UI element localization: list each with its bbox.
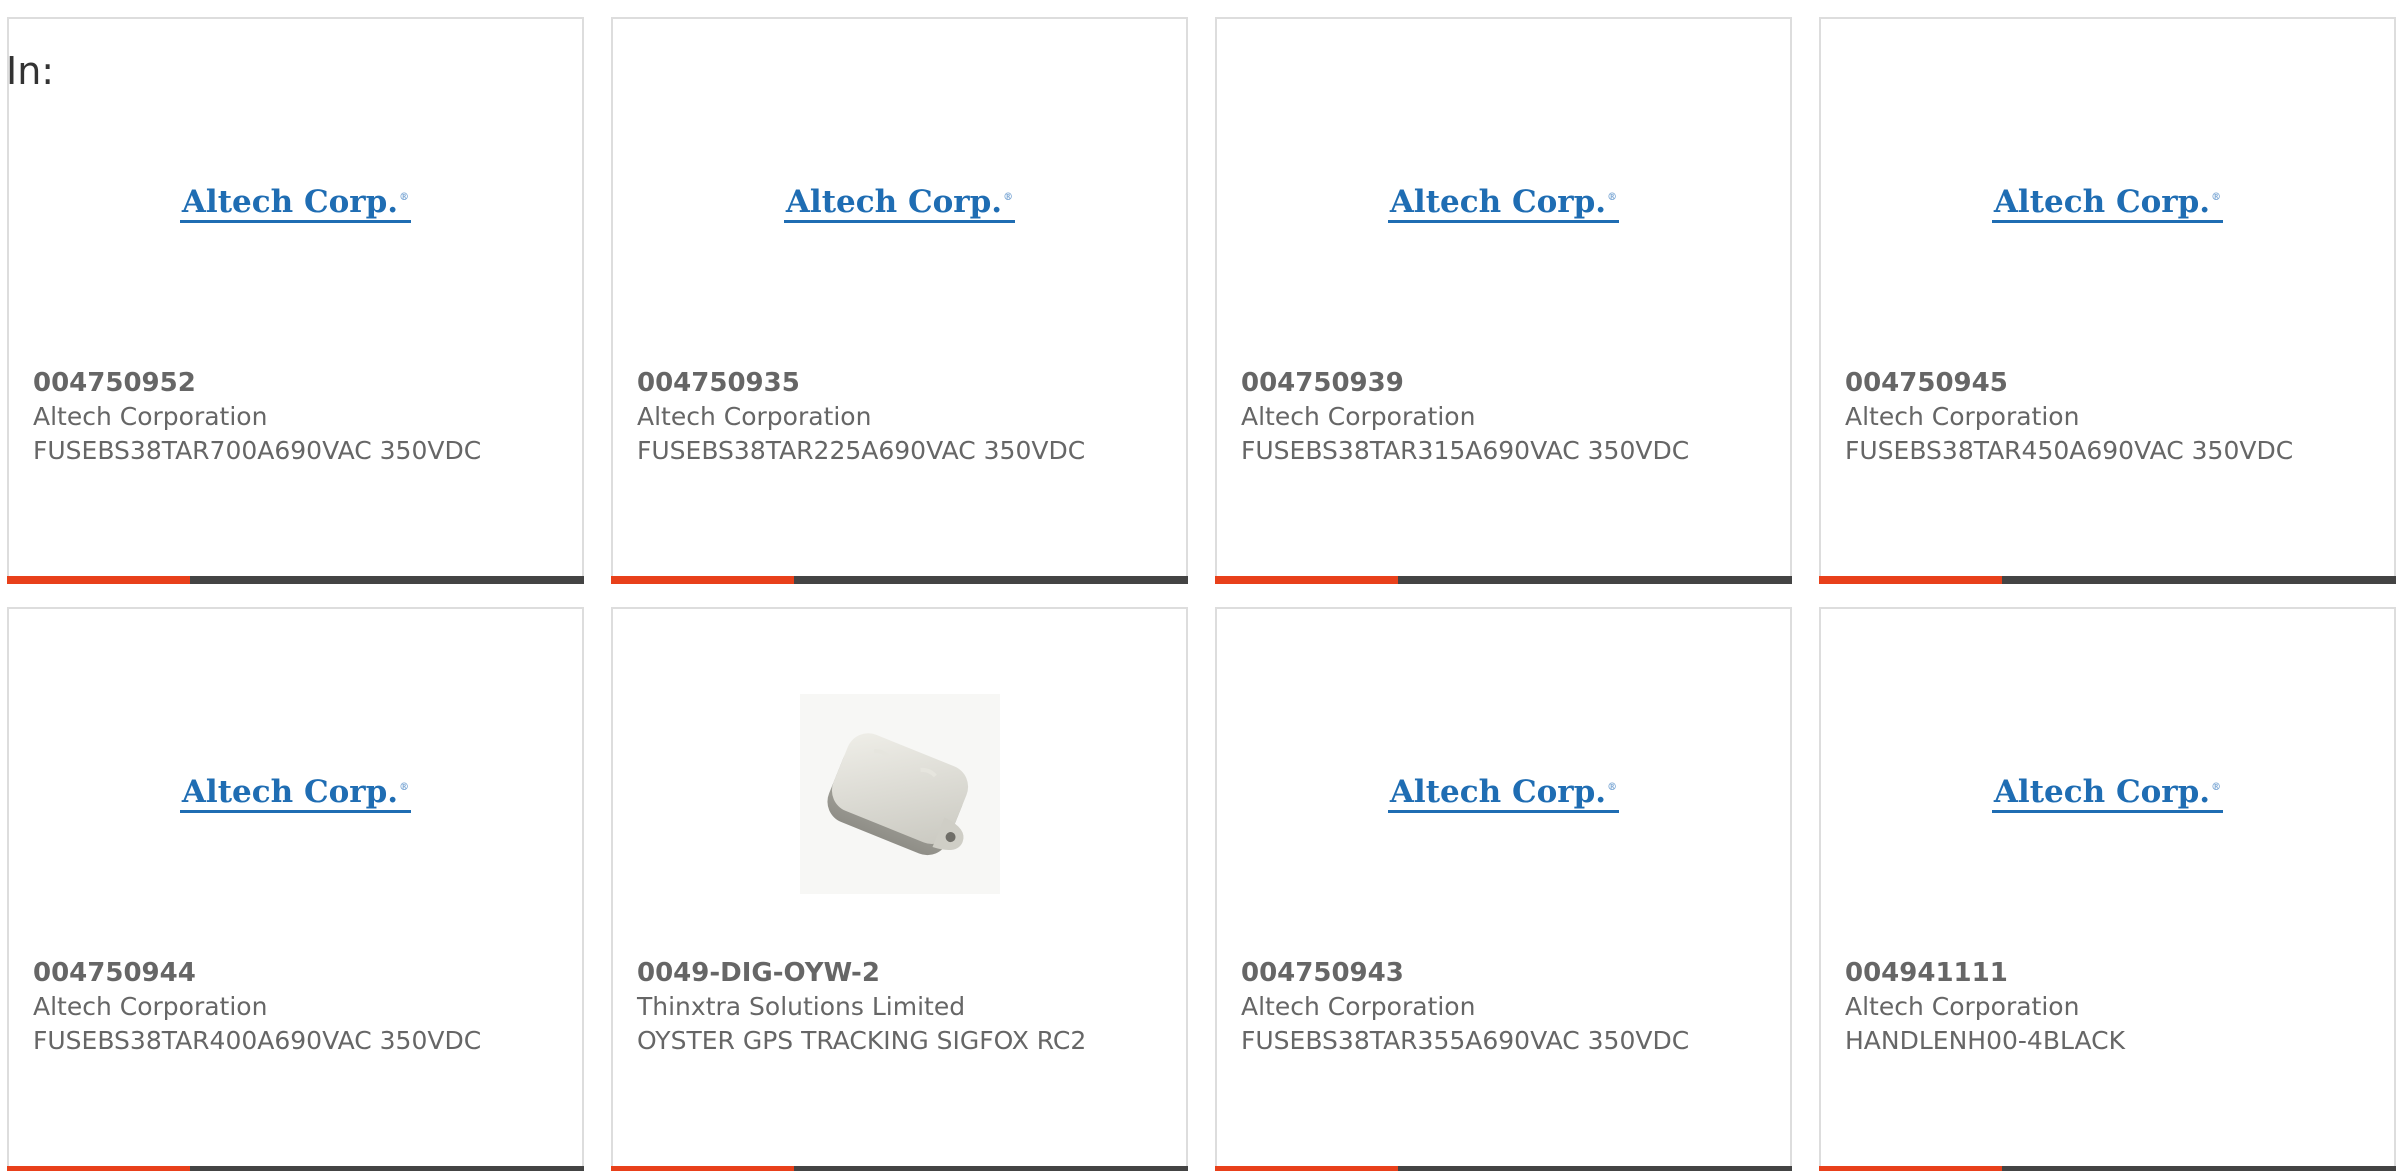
product-info: 004750944 Altech Corporation FUSEBS38TAR… — [33, 956, 562, 1058]
altech-logo: Altech Corp.® — [1387, 774, 1620, 813]
logo-text: Altech Corp. — [785, 184, 1003, 220]
altech-logo: Altech Corp.® — [179, 184, 412, 223]
part-number[interactable]: 004750943 — [1241, 956, 1770, 990]
registered-mark: ® — [399, 782, 410, 793]
manufacturer-name: Altech Corporation — [1241, 992, 1476, 1021]
product-image: Altech Corp.® — [9, 99, 582, 309]
product-description: FUSEBS38TAR400A690VAC 350VDC — [33, 1026, 482, 1055]
card-accent-bar — [1819, 1166, 2002, 1171]
altech-logo: Altech Corp.® — [1991, 184, 2224, 223]
card-accent-bar — [1215, 1166, 1398, 1171]
registered-mark: ® — [1607, 782, 1618, 793]
logo-text: Altech Corp. — [181, 774, 399, 810]
product-card[interactable]: Altech Corp.® 004750944 Altech Corporati… — [7, 607, 584, 1171]
product-card[interactable]: Altech Corp.® 004750952 Altech Corporati… — [7, 17, 584, 584]
altech-logo: Altech Corp.® — [783, 184, 1016, 223]
card-accent-bar — [7, 1166, 190, 1171]
card-accent-bar — [1215, 576, 1398, 584]
logo-text: Altech Corp. — [1389, 774, 1607, 810]
product-description: FUSEBS38TAR700A690VAC 350VDC — [33, 436, 482, 465]
product-description: FUSEBS38TAR450A690VAC 350VDC — [1845, 436, 2294, 465]
card-bottom-bar — [7, 1166, 584, 1171]
product-grid-page: Altech Corp.® 004750952 Altech Corporati… — [0, 0, 2400, 1171]
product-card[interactable]: Altech Corp.® 004750935 Altech Corporati… — [611, 17, 1188, 584]
registered-mark: ® — [2211, 192, 2222, 203]
product-info: 004750935 Altech Corporation FUSEBS38TAR… — [637, 366, 1166, 468]
part-number[interactable]: 004750952 — [33, 366, 562, 400]
filter-in-label: In: — [6, 49, 55, 93]
gps-tracker-photo — [799, 694, 1000, 894]
product-image: Altech Corp.® — [9, 689, 582, 899]
product-image: Altech Corp.® — [1821, 689, 2394, 899]
manufacturer-name: Altech Corporation — [637, 402, 872, 431]
card-accent-bar — [611, 576, 794, 584]
product-image: Altech Corp.® — [1821, 99, 2394, 309]
card-accent-bar — [611, 1166, 794, 1171]
product-card[interactable]: Altech Corp.® 004750945 Altech Corporati… — [1819, 17, 2396, 584]
part-number[interactable]: 004750939 — [1241, 366, 1770, 400]
product-image: Altech Corp.® — [613, 99, 1186, 309]
product-description: HANDLENH00-4BLACK — [1845, 1026, 2125, 1055]
altech-logo: Altech Corp.® — [1387, 184, 1620, 223]
card-bottom-bar — [611, 1166, 1188, 1171]
card-bottom-bar — [1215, 576, 1792, 584]
logo-text: Altech Corp. — [1389, 184, 1607, 220]
part-number[interactable]: 0049-DIG-OYW-2 — [637, 956, 1166, 990]
manufacturer-name: Altech Corporation — [1241, 402, 1476, 431]
logo-text: Altech Corp. — [1993, 774, 2211, 810]
product-card[interactable]: 0049-DIG-OYW-2 Thinxtra Solutions Limite… — [611, 607, 1188, 1171]
product-image: Altech Corp.® — [1217, 689, 1790, 899]
logo-text: Altech Corp. — [181, 184, 399, 220]
product-description: FUSEBS38TAR355A690VAC 350VDC — [1241, 1026, 1690, 1055]
product-info: 004750945 Altech Corporation FUSEBS38TAR… — [1845, 366, 2374, 468]
product-info: 004941111 Altech Corporation HANDLENH00-… — [1845, 956, 2374, 1058]
manufacturer-name: Altech Corporation — [1845, 402, 2080, 431]
manufacturer-name: Thinxtra Solutions Limited — [637, 992, 966, 1021]
manufacturer-name: Altech Corporation — [33, 992, 268, 1021]
registered-mark: ® — [1607, 192, 1618, 203]
part-number[interactable]: 004750944 — [33, 956, 562, 990]
part-number[interactable]: 004750945 — [1845, 366, 2374, 400]
registered-mark: ® — [399, 192, 410, 203]
card-bottom-bar — [1215, 1166, 1792, 1171]
part-number[interactable]: 004941111 — [1845, 956, 2374, 990]
card-accent-bar — [1819, 576, 2002, 584]
card-accent-bar — [7, 576, 190, 584]
manufacturer-name: Altech Corporation — [33, 402, 268, 431]
card-bottom-bar — [1819, 1166, 2396, 1171]
product-description: FUSEBS38TAR225A690VAC 350VDC — [637, 436, 1086, 465]
product-info: 004750952 Altech Corporation FUSEBS38TAR… — [33, 366, 562, 468]
product-info: 004750939 Altech Corporation FUSEBS38TAR… — [1241, 366, 1770, 468]
registered-mark: ® — [2211, 782, 2222, 793]
product-info: 004750943 Altech Corporation FUSEBS38TAR… — [1241, 956, 1770, 1058]
logo-text: Altech Corp. — [1993, 184, 2211, 220]
card-bottom-bar — [611, 576, 1188, 584]
altech-logo: Altech Corp.® — [1991, 774, 2224, 813]
card-bottom-bar — [7, 576, 584, 584]
product-card[interactable]: Altech Corp.® 004941111 Altech Corporati… — [1819, 607, 2396, 1171]
part-number[interactable]: 004750935 — [637, 366, 1166, 400]
product-info: 0049-DIG-OYW-2 Thinxtra Solutions Limite… — [637, 956, 1166, 1058]
product-description: FUSEBS38TAR315A690VAC 350VDC — [1241, 436, 1690, 465]
product-image: Altech Corp.® — [1217, 99, 1790, 309]
altech-logo: Altech Corp.® — [179, 774, 412, 813]
product-grid: Altech Corp.® 004750952 Altech Corporati… — [0, 0, 2400, 1171]
manufacturer-name: Altech Corporation — [1845, 992, 2080, 1021]
card-bottom-bar — [1819, 576, 2396, 584]
product-card[interactable]: Altech Corp.® 004750939 Altech Corporati… — [1215, 17, 1792, 584]
product-image — [613, 689, 1186, 899]
registered-mark: ® — [1003, 192, 1014, 203]
product-card[interactable]: Altech Corp.® 004750943 Altech Corporati… — [1215, 607, 1792, 1171]
product-description: OYSTER GPS TRACKING SIGFOX RC2 — [637, 1026, 1087, 1055]
